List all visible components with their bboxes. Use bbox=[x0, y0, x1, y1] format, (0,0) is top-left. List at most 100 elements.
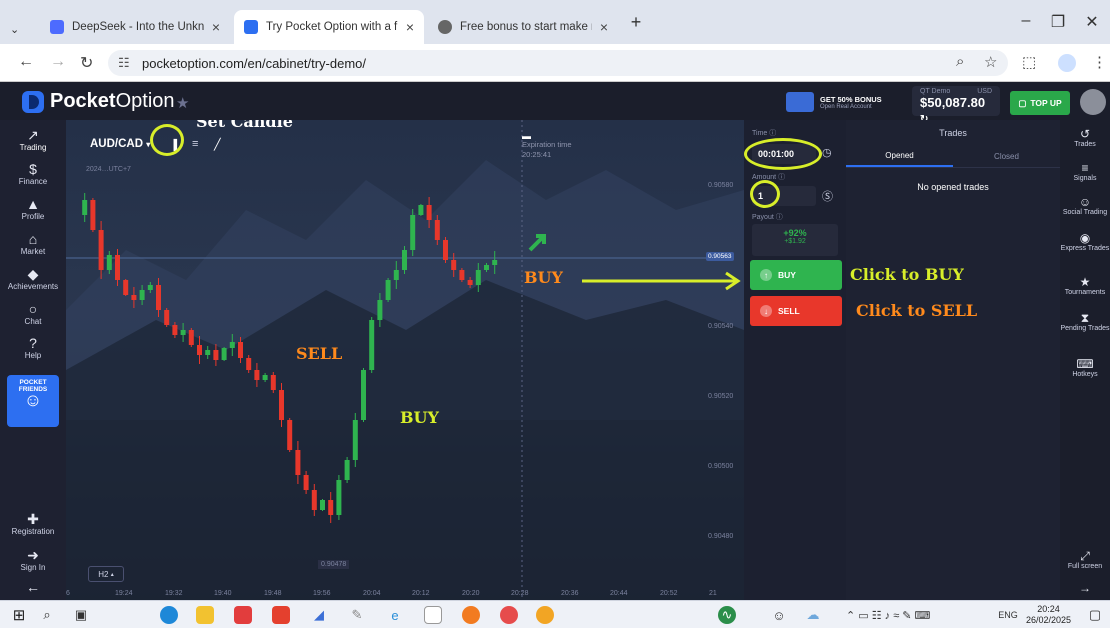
back-icon[interactable]: ← bbox=[18, 53, 34, 71]
arrow-right-icon: → bbox=[1079, 581, 1091, 595]
candle bbox=[270, 375, 276, 390]
annotation-sell: SELL bbox=[296, 344, 343, 363]
tab-list-button[interactable]: ⌄ bbox=[6, 12, 32, 46]
app-icon[interactable]: ◢ bbox=[310, 606, 328, 624]
mail-icon[interactable] bbox=[234, 606, 252, 624]
windows-start-icon[interactable]: ⊞ bbox=[10, 606, 28, 624]
sidebar-item-social-trading[interactable]: ☺ Social Trading bbox=[1060, 196, 1110, 217]
sidebar-item-signals[interactable]: ≡ Signals bbox=[1060, 162, 1110, 183]
chrome-icon[interactable] bbox=[536, 606, 554, 624]
sidebar-item-help[interactable]: ? Help bbox=[0, 336, 66, 360]
history-icon: ↺ bbox=[1079, 127, 1091, 141]
buy-button[interactable]: ↑ BUY bbox=[750, 260, 842, 290]
people-icon[interactable]: ☺ bbox=[770, 606, 788, 624]
zoom-icon[interactable]: ⌕ bbox=[956, 53, 964, 70]
price-chart[interactable]: AUD/CAD ▾ ▐ ≡ ╱ 2024…UTC+7 ▬ Expiration t… bbox=[66, 120, 744, 600]
notepad-icon[interactable] bbox=[424, 606, 442, 624]
tab-opened[interactable]: Opened bbox=[846, 146, 953, 167]
sidebar-item-trading[interactable]: ↗ Trading bbox=[0, 128, 66, 152]
balance-amount: $50,087.80 bbox=[920, 95, 986, 110]
notifications-icon[interactable]: ▢ bbox=[1086, 606, 1104, 624]
minimize-button[interactable]: – bbox=[1012, 12, 1040, 30]
candle bbox=[295, 450, 301, 475]
time-tick: 19:56 bbox=[313, 590, 331, 597]
edge-icon[interactable] bbox=[160, 606, 178, 624]
candlestick-chart[interactable] bbox=[66, 120, 744, 600]
sidebar-item-tournaments[interactable]: ★ Tournaments bbox=[1060, 276, 1110, 297]
sidebar-item-express-trades[interactable]: ◉ Express Trades bbox=[1060, 232, 1110, 253]
asset-selector[interactable]: AUD/CAD ▾ bbox=[90, 138, 150, 150]
close-window-button[interactable]: ✕ bbox=[1078, 12, 1106, 32]
collapse-right-button[interactable]: → bbox=[1060, 582, 1110, 595]
drawing-tool-icon[interactable]: ╱ bbox=[214, 138, 221, 151]
favorite-star-icon[interactable]: ★ bbox=[176, 94, 189, 112]
sidebar-item-hotkeys[interactable]: ⌨ Hotkeys bbox=[1060, 358, 1110, 379]
sidebar-item-registration[interactable]: ✚ Registration bbox=[0, 512, 66, 536]
search-icon[interactable]: ⌕ bbox=[38, 606, 56, 624]
close-tab-icon[interactable]: × bbox=[600, 19, 608, 35]
close-tab-icon[interactable]: × bbox=[406, 19, 414, 35]
sidebar-item-finance[interactable]: $ Finance bbox=[0, 162, 66, 186]
top-up-button[interactable]: ▢ TOP UP bbox=[1010, 91, 1070, 115]
paint-icon[interactable]: ✎ bbox=[348, 606, 366, 624]
system-clock[interactable]: 20:24 26/02/2025 bbox=[1026, 604, 1071, 626]
system-tray-icons[interactable]: ⌃ ▭ ☷ ♪ ≈ ✎ ⌨ bbox=[846, 606, 966, 624]
sell-button[interactable]: ↓ SELL bbox=[750, 296, 842, 326]
pocket-option-logo[interactable]: Pocket Option bbox=[22, 90, 175, 113]
tab-deepseek[interactable]: DeepSeek - Into the Unknown × bbox=[40, 10, 230, 44]
candle bbox=[328, 500, 334, 515]
tab-free-bonus[interactable]: Free bonus to start make mone… × bbox=[428, 10, 618, 44]
tab-pocket-option[interactable]: Try Pocket Option with a free d… × bbox=[234, 10, 424, 44]
url-field[interactable]: ☷ pocketoption.com/en/cabinet/try-demo/ bbox=[108, 50, 1008, 76]
ie-icon[interactable]: e bbox=[386, 606, 404, 624]
time-tick: 21 bbox=[709, 590, 717, 597]
task-view-icon[interactable]: ▣ bbox=[72, 606, 90, 624]
restore-button[interactable]: ❐ bbox=[1044, 12, 1072, 32]
clock-icon[interactable]: ◷ bbox=[822, 146, 832, 159]
sidebar-item-profile[interactable]: ▲ Profile bbox=[0, 197, 66, 221]
candle bbox=[459, 270, 465, 280]
site-info-icon[interactable]: ☷ bbox=[118, 55, 130, 71]
candle bbox=[443, 240, 448, 260]
sidebar-item-market[interactable]: ⌂ Market bbox=[0, 232, 66, 256]
activity-icon[interactable]: ∿ bbox=[718, 606, 736, 624]
bookmark-star-icon[interactable]: ☆ bbox=[984, 53, 997, 71]
candle bbox=[221, 348, 227, 360]
language-indicator[interactable]: ENG bbox=[996, 606, 1020, 624]
payout-box: +92% +$1.92 bbox=[752, 224, 838, 256]
profile-icon[interactable] bbox=[1058, 54, 1076, 72]
sidebar-item-achievements[interactable]: ◆ Achievements bbox=[0, 267, 66, 291]
collapse-sidebar-button[interactable]: ← bbox=[0, 580, 66, 595]
candle bbox=[205, 350, 211, 355]
bonus-banner[interactable]: GET 50% BONUS Open Real Account bbox=[786, 90, 898, 114]
sidebar-item-pending-trades[interactable]: ⧗ Pending Trades bbox=[1060, 312, 1110, 333]
sidebar-item-chat[interactable]: ○ Chat bbox=[0, 302, 66, 326]
pocket-friends-banner[interactable]: POCKET FRIENDS ☺ bbox=[7, 375, 59, 427]
cloud-icon[interactable]: ☁ bbox=[804, 606, 822, 624]
candle bbox=[229, 342, 235, 348]
firefox-icon[interactable] bbox=[462, 606, 480, 624]
extensions-icon[interactable]: ⬚ bbox=[1022, 53, 1036, 71]
timeframe-selector[interactable]: H2 ▴ bbox=[88, 566, 124, 582]
pdf-icon[interactable] bbox=[272, 606, 290, 624]
candle bbox=[369, 320, 375, 370]
forward-icon[interactable]: → bbox=[50, 53, 66, 71]
reload-icon[interactable]: ↻ bbox=[80, 53, 93, 73]
close-tab-icon[interactable]: × bbox=[212, 19, 220, 35]
friends-icon: ☺ bbox=[23, 390, 43, 410]
candle bbox=[434, 220, 440, 240]
vivaldi-icon[interactable] bbox=[500, 606, 518, 624]
candle bbox=[180, 330, 186, 335]
new-tab-button[interactable]: + bbox=[622, 12, 650, 33]
file-explorer-icon[interactable] bbox=[196, 606, 214, 624]
tab-closed[interactable]: Closed bbox=[953, 146, 1060, 167]
currency-icon[interactable]: Ⓢ bbox=[822, 188, 833, 204]
fullscreen-button[interactable]: ⤢ Full screen bbox=[1060, 550, 1110, 571]
time-tick: 20:20 bbox=[462, 590, 480, 597]
balance-selector[interactable]: QT DemoUSD $50,087.80 ↻ bbox=[912, 86, 1000, 125]
sidebar-item-sign-in[interactable]: ➜ Sign In bbox=[0, 548, 66, 572]
menu-icon[interactable]: ⋮ bbox=[1092, 53, 1107, 71]
indicators-icon[interactable]: ≡ bbox=[192, 138, 198, 150]
sidebar-item-trades[interactable]: ↺ Trades bbox=[1060, 128, 1110, 149]
avatar[interactable] bbox=[1080, 89, 1106, 115]
